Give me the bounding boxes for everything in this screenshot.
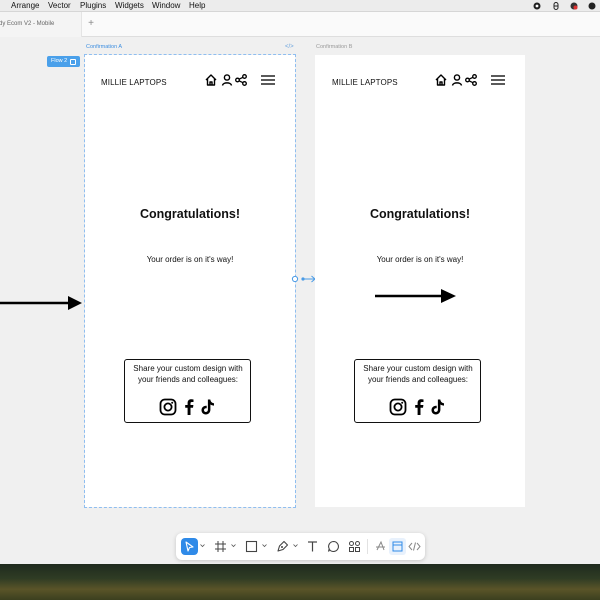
code-icon[interactable]: </> <box>285 44 294 50</box>
flow-frame-icon <box>70 58 77 65</box>
design-canvas[interactable]: Confirmation A </> Flow 2 Confirmation B… <box>0 37 600 564</box>
design-mode-icon[interactable] <box>389 538 406 555</box>
user-icon[interactable] <box>220 73 234 87</box>
text-tool-icon[interactable] <box>304 538 321 555</box>
frame-confirmation-b[interactable]: MILLIE LAPTOPS Congratulations! Your ord… <box>315 55 525 507</box>
frame-confirmation-a[interactable]: MILLIE LAPTOPS Congratulations! Your ord… <box>84 54 296 508</box>
share-panel: Share your custom design with your frien… <box>124 359 251 423</box>
facebook-icon[interactable] <box>410 398 428 416</box>
prototype-connection-icon[interactable] <box>290 274 318 284</box>
new-tab-button[interactable]: + <box>85 18 97 30</box>
order-status-text: Your order is on it's way! <box>376 255 464 264</box>
menu-widgets[interactable]: Widgets <box>115 0 144 12</box>
chevron-down-icon[interactable] <box>231 543 236 548</box>
order-status-text: Your order is on it's way! <box>146 255 234 264</box>
tiktok-icon[interactable] <box>429 398 447 416</box>
record-icon[interactable] <box>533 2 541 10</box>
share-text: Share your custom design with your frien… <box>133 364 243 384</box>
frame-b-label[interactable]: Confirmation B <box>316 44 352 50</box>
instagram-icon[interactable] <box>389 398 407 416</box>
home-icon[interactable] <box>204 73 218 87</box>
rectangle-tool-icon[interactable] <box>243 538 260 555</box>
tab-bar: dy Ecom V2 - Mobile + <box>0 12 600 37</box>
flow-badge[interactable]: Flow 2 <box>47 56 81 67</box>
share-icon[interactable] <box>234 73 248 87</box>
menu-icon[interactable] <box>260 73 276 87</box>
bottom-toolbar <box>176 533 425 560</box>
tiktok-icon[interactable] <box>199 398 217 416</box>
chevron-down-icon[interactable] <box>293 543 298 548</box>
arrow-right-icon <box>0 296 82 310</box>
page-title: Congratulations! <box>370 207 470 221</box>
menu-plugins[interactable]: Plugins <box>80 0 106 12</box>
creative-cloud-icon[interactable] <box>570 2 578 10</box>
desktop-wallpaper <box>0 564 600 600</box>
user-icon[interactable] <box>450 73 464 87</box>
chevron-down-icon[interactable] <box>262 543 267 548</box>
facebook-icon[interactable] <box>180 398 198 416</box>
share-panel: Share your custom design with your frien… <box>354 359 481 423</box>
toolbar-divider <box>367 539 368 554</box>
menu-window[interactable]: Window <box>152 0 180 12</box>
chevron-down-icon[interactable] <box>200 543 205 548</box>
home-icon[interactable] <box>434 73 448 87</box>
actions-icon[interactable] <box>372 538 389 555</box>
move-tool-icon[interactable] <box>181 538 198 555</box>
share-icon[interactable] <box>464 73 478 87</box>
comment-tool-icon[interactable] <box>325 538 342 555</box>
page-title: Congratulations! <box>140 207 240 221</box>
figma-icon[interactable] <box>552 2 560 10</box>
tab-file-label: dy Ecom V2 - Mobile <box>0 21 55 27</box>
dev-mode-icon[interactable] <box>406 538 423 555</box>
flow-badge-label: Flow 2 <box>51 58 68 64</box>
share-text: Share your custom design with your frien… <box>363 364 473 384</box>
menu-help[interactable]: Help <box>189 0 205 12</box>
frame-a-label[interactable]: Confirmation A <box>86 44 122 50</box>
menu-vector[interactable]: Vector <box>48 0 71 12</box>
menu-arrange[interactable]: Arrange <box>11 0 39 12</box>
tab-file[interactable]: dy Ecom V2 - Mobile <box>0 12 82 37</box>
brand-name[interactable]: MILLIE LAPTOPS <box>332 78 398 87</box>
menu-icon[interactable] <box>490 73 506 87</box>
frame-tool-icon[interactable] <box>212 538 229 555</box>
arrow-right-icon <box>375 289 456 303</box>
status-icon[interactable] <box>588 2 596 10</box>
instagram-icon[interactable] <box>159 398 177 416</box>
brand-name[interactable]: MILLIE LAPTOPS <box>101 78 167 87</box>
components-tool-icon[interactable] <box>346 538 363 555</box>
pen-tool-icon[interactable] <box>274 538 291 555</box>
menu-bar: Arrange Vector Plugins Widgets Window He… <box>0 0 600 12</box>
